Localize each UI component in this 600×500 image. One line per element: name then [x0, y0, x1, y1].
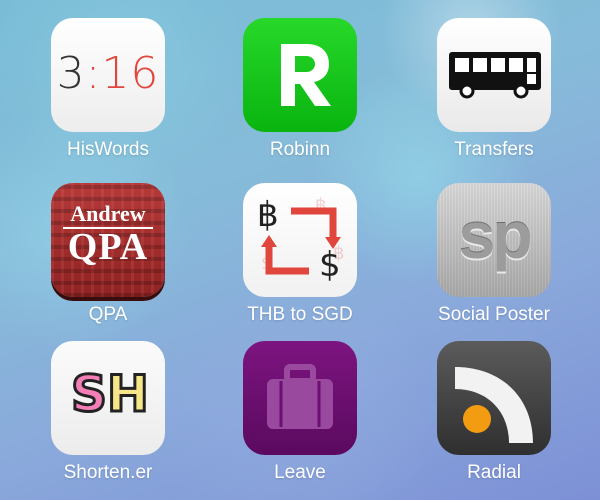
app-label-qpa: QPA	[88, 304, 128, 325]
clock-display: 3:16	[56, 48, 160, 99]
sh-logo-icon[interactable]: S H	[51, 341, 165, 455]
sh-logo-h: H	[106, 364, 151, 425]
tartan-logo-icon[interactable]: Andrew QPA	[51, 183, 165, 297]
app-label-robinn: Robinn	[269, 139, 331, 160]
sp-logo-icon[interactable]: sp	[437, 183, 551, 297]
qpa-logo-name: Andrew	[70, 201, 146, 226]
app-label-leave: Leave	[274, 462, 326, 483]
rss-feed-icon[interactable]	[437, 341, 551, 455]
bus-icon[interactable]	[437, 18, 551, 132]
qpa-logo-title: QPA	[67, 226, 149, 268]
sp-logo-text: sp	[458, 198, 532, 272]
suitcase-icon[interactable]	[243, 341, 357, 455]
currency-exchange-icon[interactable]: ฿ ฿ $ ฿ $	[243, 183, 357, 297]
app-label-social-poster: Social Poster	[438, 304, 550, 325]
app-label-hiswords: HisWords	[67, 139, 149, 160]
app-label-transfers: Transfers	[454, 139, 534, 160]
app-label-shorten-er: Shorten.er	[63, 462, 153, 483]
clock-icon[interactable]: 3:16	[51, 18, 165, 132]
app-label-radial: Radial	[467, 462, 521, 483]
sh-logo-s: S	[69, 364, 108, 425]
app-label-thb-to-sgd: THB to SGD	[247, 304, 353, 325]
letter-r-icon[interactable]	[243, 18, 357, 132]
exchange-arrows	[261, 207, 341, 275]
